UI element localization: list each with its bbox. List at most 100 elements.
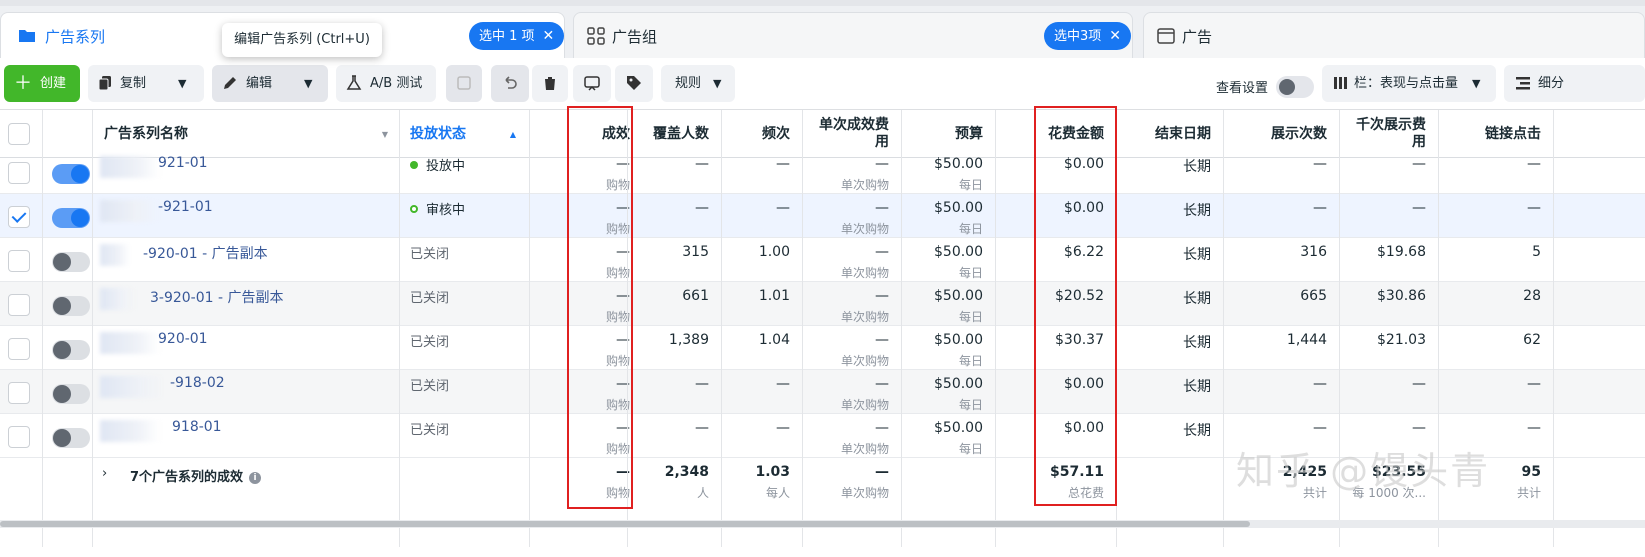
campaign-toggle[interactable] bbox=[52, 428, 90, 448]
header-cpr-label: 单次成效费用 bbox=[819, 117, 889, 150]
summary-reach-value: 2,348 bbox=[664, 464, 709, 480]
cell-frequency: 1.04 bbox=[721, 326, 802, 372]
campaign-name-link[interactable]: -921-01 bbox=[158, 199, 213, 215]
table-row[interactable]: -918-02 已关闭 — 购物 — — — 单次购物 $50.00 每日 $0.00 长期 — — — bbox=[0, 370, 1645, 414]
cell-cpm: $30.86 bbox=[1339, 282, 1438, 328]
ab-test-button[interactable]: A/B 测试 bbox=[336, 65, 436, 102]
cell-frequency: — bbox=[721, 370, 802, 416]
cell-value: — bbox=[695, 156, 709, 172]
campaign-toggle[interactable] bbox=[52, 296, 90, 316]
scrollbar-thumb[interactable] bbox=[0, 521, 1250, 527]
table-row[interactable]: -920-01 - 广告副本 已关闭 — 购物 315 1.00— 单次购物 $50.00 每日… bbox=[0, 238, 1645, 282]
table-row[interactable]: 3-920-01 - 广告副本 已关闭 — 购物 661 1.01— 单次购物 $50.00 每… bbox=[0, 282, 1645, 326]
campaign-selection-pill[interactable]: 选中 1 项 ✕ bbox=[469, 22, 565, 50]
cell-value: — bbox=[875, 288, 889, 304]
adset-selection-pill[interactable]: 选中3项 ✕ bbox=[1044, 22, 1132, 50]
info-icon[interactable]: i bbox=[249, 472, 262, 484]
cell-reach: 1,389 bbox=[627, 326, 721, 372]
clear-selection-icon[interactable]: ✕ bbox=[543, 28, 555, 44]
campaign-name-link[interactable]: 3-920-01 - 广告副本 bbox=[150, 287, 284, 307]
cell-value: — bbox=[1313, 376, 1327, 392]
chevron-down-icon[interactable]: ▼ bbox=[178, 65, 186, 102]
chevron-down-icon[interactable]: ▼ bbox=[304, 65, 312, 102]
delivery-status-text: 已关闭 bbox=[410, 423, 450, 438]
create-label: 创建 bbox=[40, 76, 67, 91]
cell-subtext: 每日 bbox=[958, 398, 983, 412]
redacted-name-blur bbox=[100, 156, 160, 178]
clear-selection-icon[interactable]: ✕ bbox=[1109, 28, 1121, 44]
redacted-name-blur bbox=[100, 332, 160, 354]
cell-value: 1.00 bbox=[758, 244, 790, 260]
cell-cpm: — bbox=[1339, 194, 1438, 240]
tab-adsets[interactable]: 广告组 选中3项 ✕ bbox=[573, 12, 1133, 58]
create-button[interactable]: ＋ 创建 bbox=[4, 65, 80, 102]
breakdown-button[interactable]: 细分 bbox=[1504, 65, 1645, 102]
cell-value: $50.00 bbox=[934, 332, 983, 348]
row-checkbox[interactable] bbox=[8, 426, 30, 448]
row-checkbox[interactable] bbox=[8, 294, 30, 316]
cell-value: 长期 bbox=[1183, 159, 1211, 175]
cell-subtext: 单次购物 bbox=[840, 398, 889, 412]
cell-value: $19.68 bbox=[1377, 244, 1426, 260]
row-checkbox[interactable] bbox=[8, 338, 30, 360]
table-row[interactable]: -921-01 审核中 — 购物 — — — 单次购物 $50.00 每日 $0.00 长期 — — — bbox=[0, 194, 1645, 238]
cell-value: — bbox=[776, 376, 790, 392]
campaign-name-link[interactable]: -918-02 bbox=[170, 375, 225, 391]
breakdown-icon bbox=[1516, 77, 1530, 90]
campaign-toggle[interactable] bbox=[52, 384, 90, 404]
delivery-status-text: 已关闭 bbox=[410, 379, 450, 394]
duplicate-button[interactable]: 复制 ▼ bbox=[88, 65, 204, 102]
grid-icon bbox=[587, 27, 605, 45]
adset-selection-text: 选中3项 bbox=[1054, 29, 1102, 44]
cell-budget: $50.00 每日 bbox=[901, 150, 995, 196]
tag-button[interactable] bbox=[615, 65, 653, 102]
cell-value: 315 bbox=[682, 244, 709, 260]
status-dot-icon bbox=[410, 161, 418, 169]
columns-button[interactable]: 栏：表现与点击量 ▼ bbox=[1322, 65, 1496, 102]
table-row[interactable]: 921-01 投放中 — 购物 — — — 单次购物 $50.00 每日 $0.00 长期 — — — bbox=[0, 150, 1645, 194]
edit-button[interactable]: 编辑 ▼ bbox=[212, 65, 328, 102]
campaign-name-link[interactable]: -920-01 - 广告副本 bbox=[143, 243, 268, 263]
summary-cpr-sub: 单次购物 bbox=[840, 486, 889, 500]
campaign-toggle[interactable] bbox=[52, 340, 90, 360]
preview-icon bbox=[584, 76, 600, 91]
campaign-name-link[interactable]: 918-01 bbox=[172, 419, 222, 435]
row-checkbox[interactable] bbox=[8, 250, 30, 272]
select-all-checkbox[interactable] bbox=[8, 123, 30, 145]
header-reach-label: 覆盖人数 bbox=[653, 125, 709, 142]
cell-value: $50.00 bbox=[934, 376, 983, 392]
campaign-toggle[interactable] bbox=[52, 164, 90, 184]
cell-impressions: — bbox=[1223, 370, 1339, 416]
row-checkbox[interactable] bbox=[8, 206, 30, 228]
cell-end: 长期 bbox=[1116, 150, 1223, 196]
col-divider bbox=[399, 110, 400, 547]
copy-icon bbox=[98, 76, 111, 91]
disabled-button bbox=[446, 65, 482, 102]
row-checkbox[interactable] bbox=[8, 162, 30, 184]
table-row[interactable]: 920-01 已关闭 — 购物 1,389 1.04— 单次购物 $50.00 每日 $30.37… bbox=[0, 326, 1645, 370]
undo-button[interactable] bbox=[491, 65, 529, 102]
campaign-toggle[interactable] bbox=[52, 208, 90, 228]
campaign-toggle[interactable] bbox=[52, 252, 90, 272]
cell-subtext: 每日 bbox=[958, 442, 983, 456]
horizontal-scrollbar[interactable] bbox=[0, 520, 1645, 528]
view-settings-toggle[interactable] bbox=[1276, 76, 1314, 98]
view-settings-label: 查看设置 bbox=[1216, 81, 1269, 96]
row-checkbox[interactable] bbox=[8, 382, 30, 404]
delete-button[interactable] bbox=[532, 65, 568, 102]
campaign-name-link[interactable]: 920-01 bbox=[158, 331, 208, 347]
summary-reach: 2,348 人 bbox=[627, 458, 721, 504]
redacted-name-blur bbox=[100, 244, 130, 266]
cell-budget: $50.00 每日 bbox=[901, 282, 995, 328]
cell-subtext: 每日 bbox=[958, 178, 983, 192]
cell-impressions: 316 bbox=[1223, 238, 1339, 284]
tab-ads[interactable]: 广告 bbox=[1143, 12, 1645, 58]
preview-button[interactable] bbox=[573, 65, 611, 102]
campaign-name-link[interactable]: 921-01 bbox=[158, 155, 208, 171]
expand-chevron-icon[interactable]: › bbox=[102, 466, 107, 481]
header-name-label: 广告系列名称 bbox=[104, 125, 188, 142]
col-divider bbox=[1553, 110, 1554, 547]
redacted-name-blur bbox=[100, 420, 160, 442]
rules-button[interactable]: 规则 ▼ bbox=[661, 65, 735, 102]
breakdown-label: 细分 bbox=[1538, 76, 1565, 91]
